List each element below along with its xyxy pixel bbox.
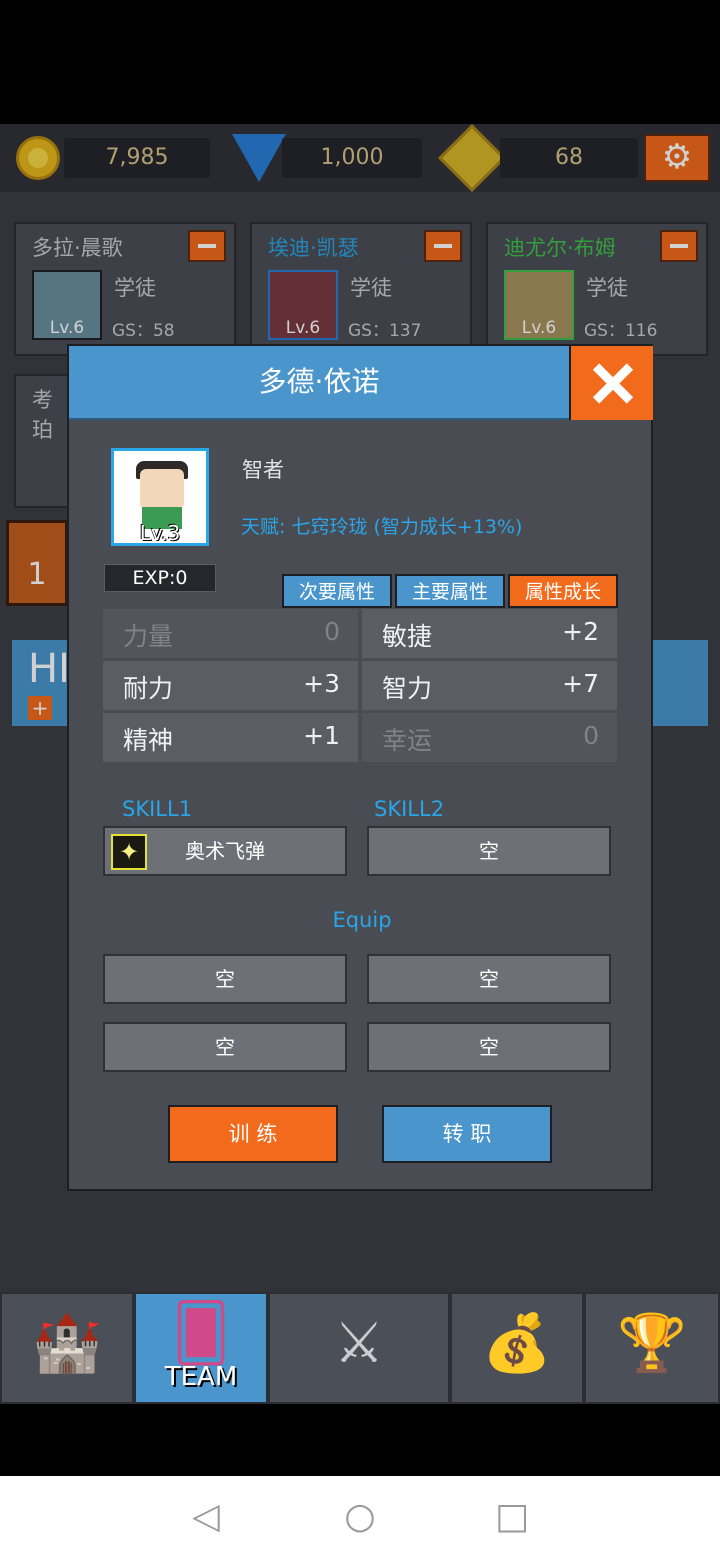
nav-trophy[interactable]: 🏆 — [584, 1292, 720, 1404]
stat-luck: 幸运 0 — [362, 713, 617, 762]
equip-slot-3[interactable]: 空 — [103, 1022, 347, 1072]
hero-portrait: Lv.3 — [111, 448, 209, 546]
train-button[interactable]: 训 练 — [168, 1105, 338, 1163]
equip-slot-1[interactable]: 空 — [103, 954, 347, 1004]
modal-title: 多德·依诺 — [258, 365, 380, 398]
stat-value: +3 — [303, 669, 340, 698]
trophy-icon: 🏆 — [617, 1311, 687, 1376]
stat-label: 耐力 — [123, 674, 174, 703]
stat-strength: 力量 0 — [103, 609, 358, 658]
stat-label: 智力 — [382, 674, 433, 703]
equip-label: Equip — [332, 908, 392, 932]
stat-label: 敏捷 — [382, 622, 433, 651]
equip-slot-2[interactable]: 空 — [367, 954, 611, 1004]
stat-value: +7 — [562, 669, 599, 698]
stat-label: 精神 — [123, 726, 174, 755]
castle-icon: 🏰 — [32, 1311, 102, 1376]
skill1-name: 奥术飞弹 — [185, 839, 265, 863]
stat-value: +2 — [562, 617, 599, 646]
stat-value: +1 — [303, 721, 340, 750]
skill1-label: SKILL1 — [122, 797, 193, 821]
stat-stamina: 耐力 +3 — [103, 661, 358, 710]
hero-level: Lv.3 — [139, 521, 181, 545]
system-nav-bar: ◁ ○ □ — [0, 1476, 720, 1560]
recents-icon[interactable]: □ — [482, 1496, 542, 1537]
skill2-label: SKILL2 — [374, 797, 445, 821]
stat-intelligence: 智力 +7 — [362, 661, 617, 710]
skill2-slot[interactable]: 空 — [367, 826, 611, 876]
bag-icon: 💰 — [482, 1311, 552, 1376]
battle-icon: ⚔ — [333, 1311, 385, 1376]
hero-job: 智者 — [242, 458, 284, 482]
nav-battle[interactable]: ⚔ — [268, 1292, 450, 1404]
nav-bag[interactable]: 💰 — [450, 1292, 584, 1404]
hero-talent: 天赋: 七窍玲珑 (智力成长+13%) — [241, 516, 523, 538]
stat-spirit: 精神 +1 — [103, 713, 358, 762]
close-icon — [571, 346, 655, 420]
stat-label: 力量 — [123, 622, 174, 651]
arcane-missile-icon — [111, 834, 147, 870]
skill2-name: 空 — [479, 839, 499, 863]
stat-value: 0 — [324, 617, 340, 646]
skill1-slot[interactable]: 奥术飞弹 — [103, 826, 347, 876]
stat-label: 幸运 — [382, 726, 433, 755]
nav-castle[interactable]: 🏰 — [0, 1292, 134, 1404]
home-icon[interactable]: ○ — [330, 1496, 390, 1537]
team-icon: 🂠 — [172, 1301, 230, 1366]
tab-attribute-growth[interactable]: 属性成长 — [508, 574, 618, 608]
hero-detail-modal: 多德·依诺 Lv.3 智者 天赋: 七窍玲珑 (智力成长+13%) EXP:0 … — [67, 344, 653, 1191]
stat-agility: 敏捷 +2 — [362, 609, 617, 658]
tab-primary-attributes[interactable]: 主要属性 — [395, 574, 505, 608]
team-label: TEAM — [164, 1362, 238, 1392]
back-icon[interactable]: ◁ — [176, 1496, 236, 1537]
stat-value: 0 — [583, 721, 599, 750]
nav-team[interactable]: 🂠 TEAM — [134, 1292, 268, 1404]
equip-slot-4[interactable]: 空 — [367, 1022, 611, 1072]
exp-display: EXP:0 — [104, 564, 216, 592]
job-change-button[interactable]: 转 职 — [382, 1105, 552, 1163]
tab-secondary-attributes[interactable]: 次要属性 — [282, 574, 392, 608]
close-button[interactable] — [569, 346, 653, 420]
